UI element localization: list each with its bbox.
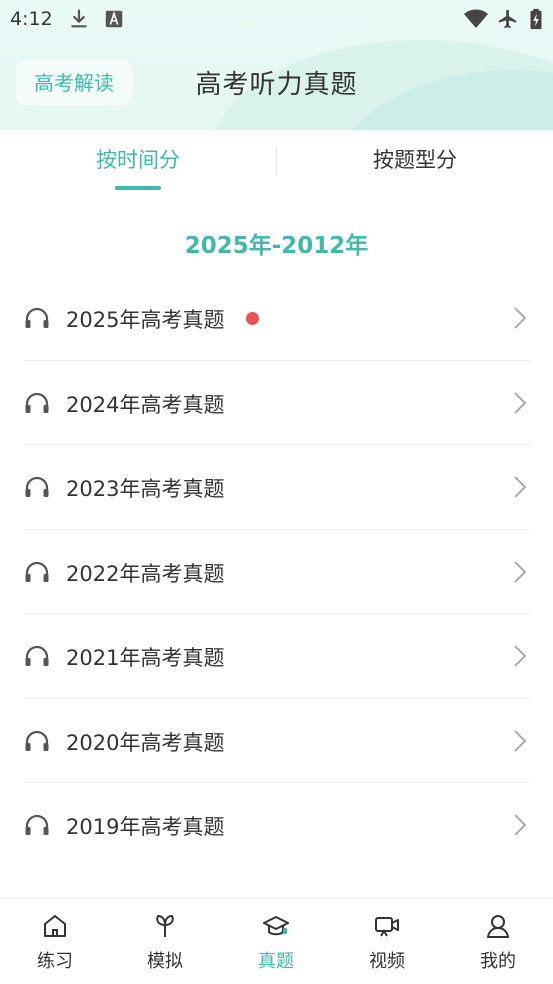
nav-video[interactable]: 视频: [332, 899, 442, 984]
nav-label: 练习: [37, 951, 73, 972]
headphones-icon: [25, 645, 49, 666]
bottom-nav: 练习 模拟 真题 视频 我的: [0, 898, 553, 984]
list-item-label: 2023年高考真题: [66, 477, 225, 501]
chevron-right-icon: [514, 391, 527, 414]
exam-list: 2025年高考真题 2024年高考真题 2023年高考真题 2022年高考真题 …: [24, 276, 531, 868]
airplane-icon: [498, 9, 517, 29]
chevron-right-icon: [514, 814, 527, 836]
list-item-label: 2021年高考真题: [66, 646, 225, 670]
list-item-2020[interactable]: 2020年高考真题: [24, 699, 531, 783]
nav-label: 我的: [480, 951, 516, 972]
a-icon: [105, 10, 123, 28]
nav-practice[interactable]: 练习: [0, 899, 110, 984]
list-item-label: 2022年高考真题: [66, 561, 225, 586]
headphones-icon: [25, 392, 49, 413]
download-icon: [71, 9, 87, 28]
headphones-icon: [25, 814, 49, 835]
nav-label: 视频: [369, 951, 405, 972]
headphones-icon: [25, 476, 49, 497]
section-heading: 2025年-2012年: [184, 233, 369, 259]
nav-real-exam[interactable]: 真题: [221, 899, 331, 984]
video-icon: [375, 917, 399, 937]
chevron-right-icon: [514, 560, 527, 583]
tab-bar: 按时间分 按题型分: [0, 130, 553, 192]
graduation-cap-icon: [263, 916, 289, 936]
status-time: 4:12: [10, 8, 53, 30]
list-item-2024[interactable]: 2024年高考真题: [24, 361, 531, 445]
list-item-label: 2019年高考真题: [66, 815, 225, 839]
nav-mock[interactable]: 模拟: [110, 899, 220, 984]
user-icon: [487, 915, 509, 938]
chevron-right-icon: [514, 645, 527, 667]
chevron-right-icon: [514, 307, 527, 329]
header: 4:12 高考解读 高考听力真题: [0, 0, 553, 130]
list-item-label: 2025年高考真题: [66, 308, 225, 332]
status-bar: 4:12: [0, 0, 553, 38]
list-item-2022[interactable]: 2022年高考真题: [24, 530, 531, 614]
chevron-right-icon: [514, 476, 527, 498]
list-item-2023[interactable]: 2023年高考真题: [24, 445, 531, 530]
list-item-label: 2020年高考真题: [66, 730, 225, 755]
battery-charging-icon: [530, 8, 542, 30]
nav-label: 模拟: [147, 951, 183, 972]
list-item-2019[interactable]: 2019年高考真题: [24, 783, 531, 868]
home-icon: [44, 915, 66, 937]
headphones-icon: [25, 730, 49, 751]
leaf-icon: [156, 915, 174, 937]
nav-mine[interactable]: 我的: [443, 899, 553, 984]
chevron-right-icon: [514, 729, 527, 752]
list-item-2025[interactable]: 2025年高考真题: [24, 276, 531, 361]
new-badge-dot: [246, 312, 259, 325]
page-title: 高考听力真题: [195, 70, 358, 100]
list-item-2021[interactable]: 2021年高考真题: [24, 614, 531, 699]
tab-active-indicator: [115, 186, 161, 190]
headphones-icon: [25, 561, 49, 582]
tab-by-type[interactable]: 按题型分: [277, 130, 553, 192]
nav-label: 真题: [258, 951, 294, 972]
list-item-label: 2024年高考真题: [66, 392, 225, 417]
tab-by-time[interactable]: 按时间分: [0, 130, 276, 192]
headphones-icon: [25, 307, 49, 328]
wifi-icon: [464, 9, 488, 28]
